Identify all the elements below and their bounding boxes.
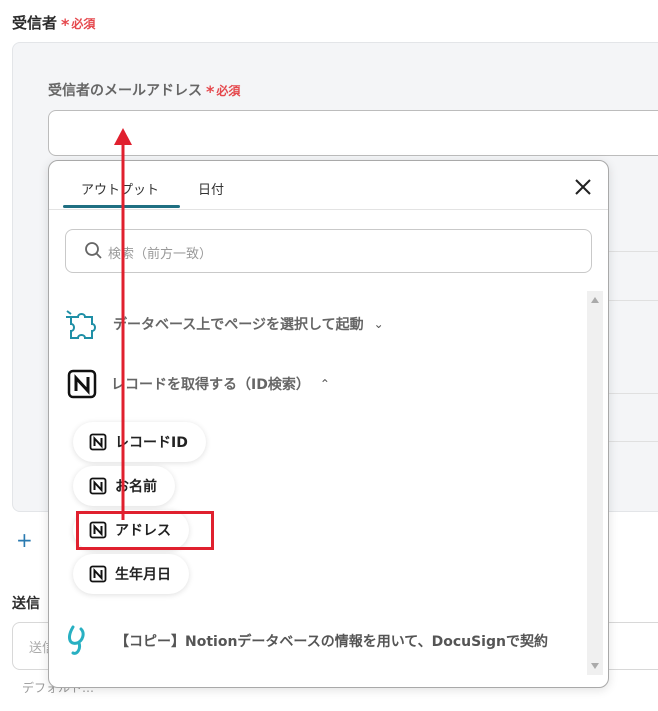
tab-divider — [49, 209, 608, 210]
tab-output[interactable]: アウトプット — [81, 179, 159, 198]
highlight-box — [76, 511, 214, 550]
active-tab-indicator — [63, 205, 180, 208]
chevron-down-icon: ⌄ — [373, 317, 384, 331]
notion-icon — [67, 369, 97, 399]
search-input[interactable]: 検索（前方一致） — [65, 229, 592, 273]
plus-icon: + — [16, 528, 33, 552]
group-get-record[interactable]: レコードを取得する（ID検索） ⌃ — [65, 367, 330, 401]
sender-section-label: 送信 — [12, 596, 40, 612]
scroll-up-icon[interactable] — [591, 297, 599, 303]
output-item-record-id[interactable]: レコードID — [73, 422, 206, 462]
notion-icon — [89, 433, 107, 451]
recipient-email-label: 受信者のメールアドレス * 必須 — [48, 82, 241, 101]
search-placeholder: 検索（前方一致） — [108, 247, 213, 262]
recipient-email-input[interactable] — [48, 110, 658, 156]
group-title: レコードを取得する（ID検索） — [111, 377, 310, 393]
add-recipient-button[interactable]: + — [16, 528, 33, 552]
output-picker-dropdown: アウトプット 日付 検索（前方一致） データベース上でページを選択して起動 ⌄ — [48, 160, 609, 688]
group-title: データベース上でページを選択して起動 — [113, 317, 364, 333]
recipients-section-label: 受信者 * 必須 — [12, 14, 96, 34]
required-badge: * 必須 — [206, 82, 241, 101]
output-item-name[interactable]: お名前 — [73, 466, 175, 506]
close-icon — [575, 179, 591, 195]
yoom-logo-icon — [68, 625, 85, 655]
search-icon — [85, 242, 102, 259]
flow-title: 【コピー】Notionデータベースの情報を用いて、DocuSignで契約 — [115, 634, 548, 650]
output-item-birthdate[interactable]: 生年月日 — [73, 554, 189, 594]
close-button[interactable] — [571, 175, 595, 199]
tab-date[interactable]: 日付 — [198, 179, 224, 198]
chevron-up-icon: ⌃ — [319, 377, 330, 391]
group-trigger-select-page[interactable]: データベース上でページを選択して起動 ⌄ — [65, 307, 384, 341]
scrollbar[interactable] — [587, 291, 603, 675]
required-badge: * 必須 — [61, 15, 96, 34]
scroll-down-icon[interactable] — [591, 663, 599, 669]
notion-icon — [89, 477, 107, 495]
puzzle-icon — [66, 310, 96, 339]
notion-icon — [89, 565, 107, 583]
flow-item-copy[interactable]: 【コピー】Notionデータベースの情報を用いて、DocuSignで契約 — [65, 623, 585, 659]
